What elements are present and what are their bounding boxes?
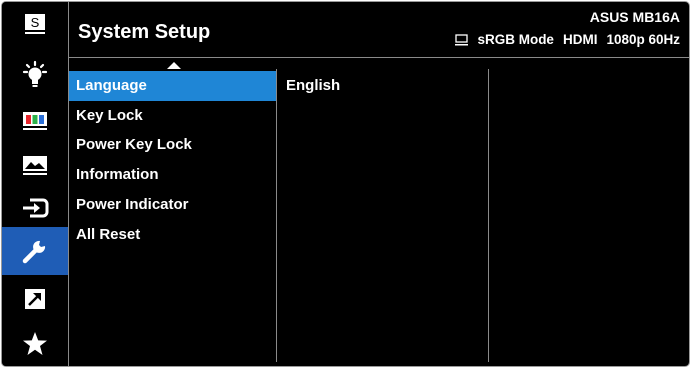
color-icon [23,112,47,130]
sidebar-item-my-favorite[interactable] [2,324,68,364]
menu-item-power-key-lock[interactable]: Power Key Lock [69,130,276,160]
model-name: ASUS MB16A [589,9,680,25]
menu-item-information[interactable]: Information [69,160,276,190]
scroll-up-arrow-icon[interactable] [167,62,181,69]
splendid-icon: S [25,14,45,34]
submenu-column-divider [488,69,489,362]
sidebar-item-image[interactable] [2,145,68,185]
sidebar: S [2,2,68,366]
status-bar: sRGB Mode HDMI 1080p 60Hz [455,32,680,47]
menu-item-power-indicator[interactable]: Power Indicator [69,190,276,220]
blue-light-filter-icon [22,60,48,87]
svg-text:S: S [31,15,40,30]
header-divider [69,57,689,58]
sidebar-item-system-setup[interactable] [2,227,68,275]
system-setup-icon [22,240,46,264]
monitor-icon [455,33,469,45]
my-favorite-icon [23,332,47,355]
osd-window: S System Setup ASUS MB16A sRGB Mode HDMI… [1,1,690,367]
input-source-label: HDMI [562,32,598,47]
sidebar-item-color[interactable] [2,101,68,141]
page-title: System Setup [78,21,211,43]
sidebar-item-shortcut[interactable] [2,279,68,319]
menu-item-all-reset[interactable]: All Reset [69,220,276,250]
sidebar-item-blue-light-filter[interactable] [2,55,68,95]
input-select-icon [23,198,49,218]
menu-column-divider [276,69,277,362]
sidebar-item-splendid[interactable]: S [2,4,68,44]
language-option-english[interactable]: English [286,71,340,101]
shortcut-icon [25,289,45,309]
menu-item-language[interactable]: Language [69,71,276,101]
resolution-label: 1080p 60Hz [606,32,680,47]
menu-item-key-lock[interactable]: Key Lock [69,101,276,131]
sidebar-item-input-select[interactable] [2,188,68,228]
color-mode-label: sRGB Mode [477,32,554,47]
image-icon [23,156,47,175]
